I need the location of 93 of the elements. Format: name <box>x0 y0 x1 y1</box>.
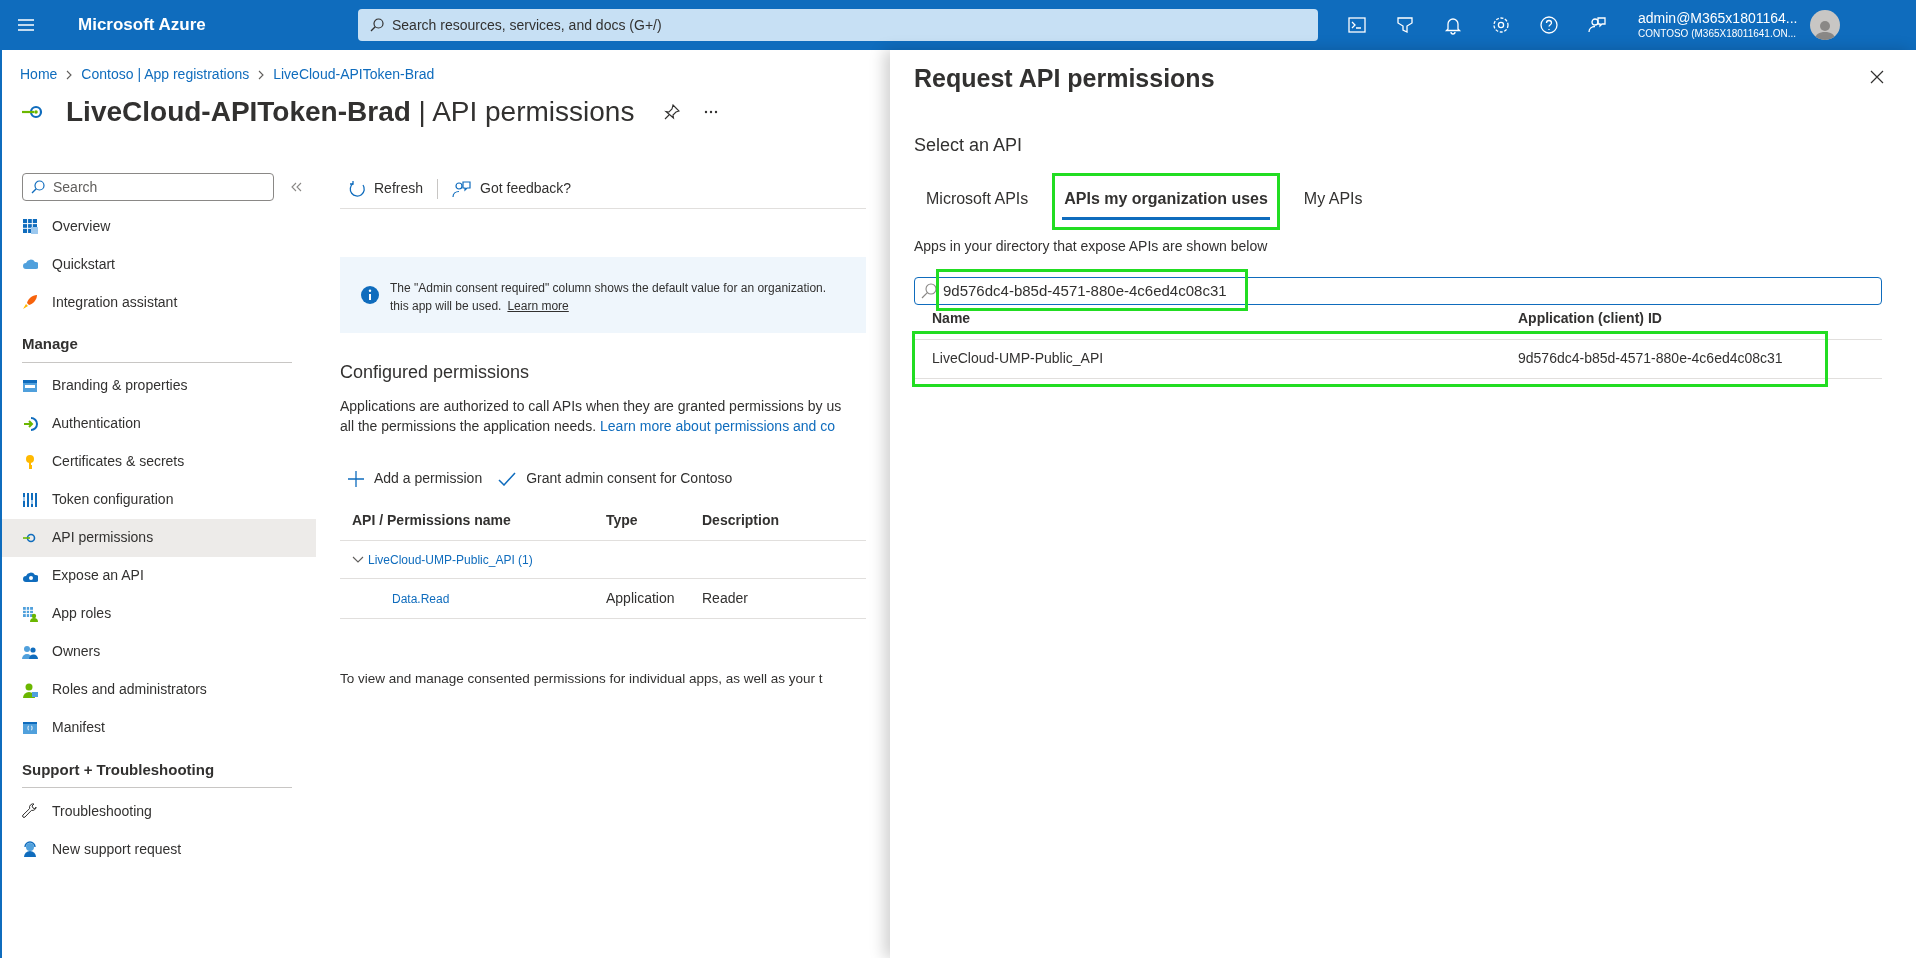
api-group-link[interactable]: LiveCloud-UMP-Public_API (1) <box>368 550 533 569</box>
api-row[interactable]: LiveCloud-UMP-Public_API 9d576dc4-b85d-4571-880e-4c6ed4c08c31 <box>914 338 1882 379</box>
sidebar-item[interactable]: Troubleshooting <box>2 792 316 830</box>
web-page-icon <box>22 377 38 394</box>
sidebar-item[interactable]: Certificates & secrets <box>2 442 316 481</box>
pin-button[interactable] <box>664 104 681 120</box>
sidebar-item[interactable]: Manifest <box>2 708 316 747</box>
sidebar-item[interactable]: Integration assistant <box>2 283 316 321</box>
section-heading: Manage <box>22 333 292 363</box>
sidebar-item[interactable]: API permissions <box>2 518 316 557</box>
sidebar-item[interactable]: App roles <box>2 594 316 633</box>
table-cell-text: Application <box>606 589 676 608</box>
search-field[interactable]: Search resources, services, and docs (G+/) <box>358 9 1318 41</box>
sidebar-item[interactable]: Authentication <box>2 404 316 443</box>
description-text: Applications are authorized to call APIs when they are granted permissions by us <box>340 397 843 416</box>
checkmark-icon <box>498 471 517 486</box>
section-title: Configured permissions <box>340 361 531 384</box>
people-icon <box>22 643 38 660</box>
breadcrumb-link[interactable]: Home <box>20 64 58 85</box>
column-header: Description <box>702 511 780 530</box>
sidebar-search-field[interactable]: Search <box>22 173 274 201</box>
braces-document-icon <box>22 719 38 736</box>
close-button[interactable] <box>1870 70 1884 84</box>
section-heading: Support + Troubleshooting <box>22 758 292 788</box>
column-header: Application (client) ID <box>1518 309 1662 328</box>
collapse-button[interactable] <box>290 182 302 192</box>
page-title: LiveCloud-APIToken-Brad | API permissions <box>66 95 635 129</box>
refresh-icon <box>348 179 366 198</box>
bars-icon <box>22 491 38 508</box>
sidebar-item[interactable]: Expose an API <box>2 556 316 595</box>
sidebar-item[interactable]: New support request <box>2 830 316 868</box>
chevron-right-icon <box>65 69 74 80</box>
sidebar-item[interactable]: Overview <box>2 207 316 245</box>
feedback-button[interactable]: Got feedback? <box>438 178 572 199</box>
sidebar-item[interactable]: Quickstart <box>2 245 316 283</box>
account-name[interactable]: admin@M365x1801164... <box>1638 10 1798 28</box>
tab[interactable]: Microsoft APIs <box>924 182 1031 220</box>
grant-consent-button[interactable]: Grant admin consent for Contoso <box>498 468 733 489</box>
person-badge-icon <box>22 681 38 698</box>
sidebar-item[interactable]: Owners <box>2 632 316 671</box>
search-icon <box>921 282 937 299</box>
description-text: all the permissions the application needs. <box>340 417 597 436</box>
column-header: API / Permissions name <box>352 511 512 530</box>
avatar[interactable] <box>1809 10 1840 40</box>
sign-in-arrow-icon <box>22 415 38 432</box>
learn-more-link[interactable]: Learn more <box>507 297 569 315</box>
column-header: Type <box>606 511 639 530</box>
rocket-icon <box>22 294 38 310</box>
hint-text: Apps in your directory that expose APIs are shown below <box>914 236 1269 256</box>
api-search-field[interactable]: 9d576dc4-b85d-4571-880e-4c6ed4c08c31 <box>914 276 1882 305</box>
tab[interactable]: My APIs <box>1301 182 1365 220</box>
grid-person-icon <box>22 605 38 622</box>
double-chevron-left-icon <box>290 182 302 192</box>
tab[interactable]: APIs my organization uses <box>1062 182 1270 220</box>
permission-link[interactable]: Data.Read <box>392 592 450 606</box>
breadcrumb-link[interactable]: Contoso | App registrations <box>81 64 250 85</box>
feedback-icon <box>452 179 473 198</box>
person-silhouette-icon <box>1813 18 1836 40</box>
sidebar-item[interactable]: Roles and administrators <box>2 670 316 709</box>
ellipsis-icon <box>704 110 719 114</box>
help-icon <box>1539 15 1559 35</box>
bell-icon <box>1443 15 1463 35</box>
support-person-icon <box>22 841 38 857</box>
wrench-icon <box>22 803 38 819</box>
permissions-link[interactable]: Learn more about permissions and co <box>600 416 836 436</box>
pin-icon <box>664 104 681 120</box>
plus-icon <box>348 470 364 487</box>
table-cell-text: Reader <box>702 589 749 608</box>
filter-icon <box>1395 15 1415 35</box>
chevron-right-icon <box>257 69 266 80</box>
settings-icon <box>1491 15 1511 35</box>
sidebar-item[interactable]: Token configuration <box>2 480 316 519</box>
close-icon <box>1870 70 1884 84</box>
info-text: this app will be used. <box>390 298 502 315</box>
more-button[interactable] <box>704 110 719 114</box>
grid-icon <box>22 218 38 234</box>
panel-title: Request API permissions <box>914 63 1215 94</box>
column-header: Name <box>932 309 972 328</box>
menu-icon <box>18 19 34 31</box>
info-icon <box>360 285 380 305</box>
refresh-button[interactable]: Refresh <box>340 178 438 199</box>
sidebar-item[interactable]: Branding & properties <box>2 366 316 405</box>
search-icon <box>31 180 45 194</box>
brand-name[interactable]: Microsoft Azure <box>78 12 358 38</box>
feedback-icon <box>1587 15 1607 35</box>
search-icon <box>370 18 384 32</box>
breadcrumb-link[interactable]: LiveCloud-APIToken-Brad <box>273 64 435 85</box>
tenant-name[interactable]: CONTOSO (M365X18011641.ON... <box>1638 27 1798 40</box>
info-text: The "Admin consent required" column shows the default value for an organization. <box>390 280 827 297</box>
terminal-icon <box>1347 15 1367 35</box>
panel-subtitle: Select an API <box>914 133 1024 157</box>
footer-text: To view and manage consented permissions for individual apps, as well as your t <box>340 670 824 688</box>
add-permission-button[interactable]: Add a permission <box>348 468 483 489</box>
